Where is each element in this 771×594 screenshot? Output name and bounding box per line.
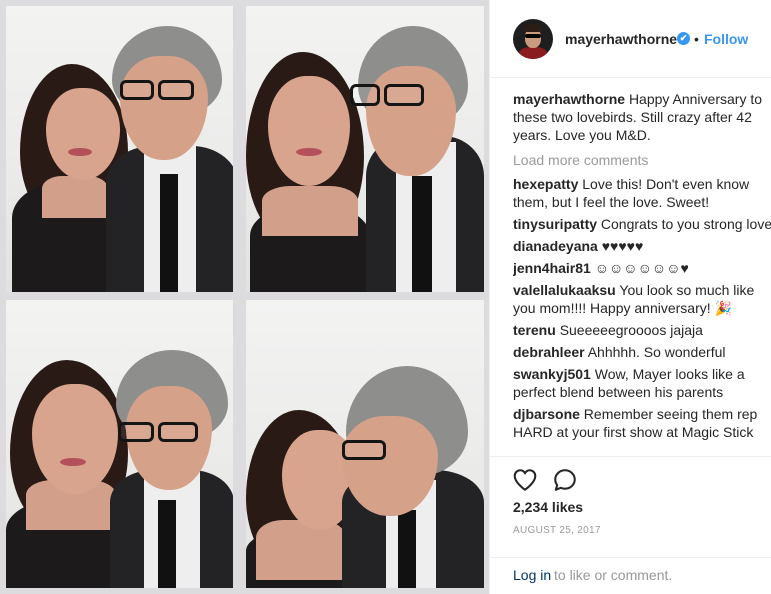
comment-item: dianadeyana ♥♥♥♥♥ bbox=[513, 237, 771, 255]
post-date: AUGUST 25, 2017 bbox=[513, 525, 601, 536]
comment-text: ♥♥♥♥♥ bbox=[601, 238, 644, 254]
comments-list[interactable]: mayerhawthorne Happy Anniversary to thes… bbox=[513, 90, 771, 455]
comment-username[interactable]: valellalukaaksu bbox=[513, 282, 616, 298]
post-header: mayerhawthorne ✔ • Follow bbox=[490, 0, 771, 78]
comment-text: ☺☺☺☺☺☺♥ bbox=[594, 260, 689, 276]
comment-username[interactable]: debrahleer bbox=[513, 344, 585, 360]
comment-text: Congrats to you strong love bbox=[600, 216, 771, 232]
comment-username[interactable]: djbarsone bbox=[513, 406, 580, 422]
login-bar: Log in to like or comment. bbox=[490, 557, 771, 594]
comment-item: jenn4hair81 ☺☺☺☺☺☺♥ bbox=[513, 259, 771, 277]
login-prompt-text: to like or comment. bbox=[554, 567, 673, 583]
comment-username[interactable]: swankyj501 bbox=[513, 366, 591, 382]
photo-booth-frame-4 bbox=[246, 300, 484, 588]
comment-item: djbarsone Remember seeing them rep HARD … bbox=[513, 405, 771, 441]
comment-username[interactable]: jenn4hair81 bbox=[513, 260, 591, 276]
heart-icon[interactable] bbox=[512, 467, 538, 493]
comment-item: terenu Sueeeeegroooos jajaja bbox=[513, 321, 771, 339]
avatar[interactable] bbox=[513, 19, 553, 59]
follow-button[interactable]: Follow bbox=[704, 31, 748, 47]
photo-booth-frame-1 bbox=[6, 6, 233, 292]
comment-username[interactable]: hexepatty bbox=[513, 176, 578, 192]
likes-count[interactable]: 2,234 likes bbox=[513, 499, 583, 515]
load-more-comments-button[interactable]: Load more comments bbox=[513, 151, 771, 169]
post-username[interactable]: mayerhawthorne bbox=[565, 31, 677, 47]
separator-dot: • bbox=[694, 31, 699, 47]
caption-username[interactable]: mayerhawthorne bbox=[513, 91, 625, 107]
comment-text: Sueeeeegroooos jajaja bbox=[559, 322, 703, 338]
comment-item: swankyj501 Wow, Mayer looks like a perfe… bbox=[513, 365, 771, 401]
comment-item: tinysuripatty Congrats to you strong lov… bbox=[513, 215, 771, 233]
comment-username[interactable]: terenu bbox=[513, 322, 556, 338]
caption: mayerhawthorne Happy Anniversary to thes… bbox=[513, 90, 771, 144]
comment-item: debrahleer Ahhhhh. So wonderful bbox=[513, 343, 771, 361]
post-photo[interactable] bbox=[0, 0, 489, 594]
verified-badge-icon: ✔ bbox=[677, 32, 690, 45]
comment-username[interactable]: tinysuripatty bbox=[513, 216, 597, 232]
comment-bubble-icon[interactable] bbox=[552, 467, 578, 493]
comment-text: Ahhhhh. So wonderful bbox=[587, 344, 726, 360]
comment-item: hexepatty Love this! Don't even know the… bbox=[513, 175, 771, 211]
login-link[interactable]: Log in bbox=[513, 567, 551, 583]
post-actions: 2,234 likes AUGUST 25, 2017 Log in to li… bbox=[490, 456, 771, 594]
photo-booth-frame-2 bbox=[246, 6, 484, 292]
comment-item: valellalukaaksu You look so much like yo… bbox=[513, 281, 771, 317]
photo-booth-frame-3 bbox=[6, 300, 233, 588]
comment-username[interactable]: dianadeyana bbox=[513, 238, 598, 254]
post-side-panel: mayerhawthorne ✔ • Follow mayerhawthorne… bbox=[489, 0, 771, 594]
